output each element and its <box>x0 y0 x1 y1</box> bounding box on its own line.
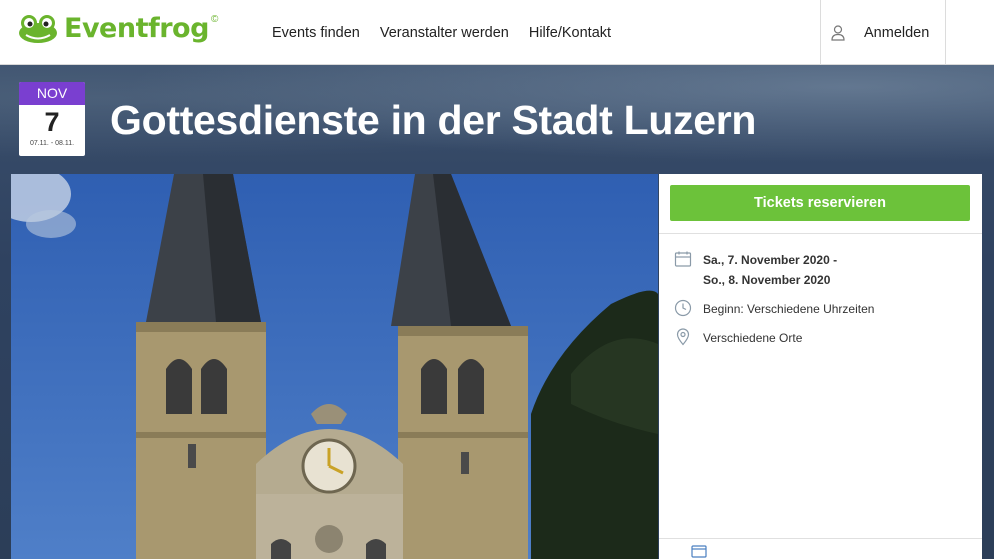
login-button[interactable]: Anmelden <box>820 0 946 65</box>
site-header: Eventfrog © Events finden Veranstalter w… <box>0 0 994 65</box>
login-label: Anmelden <box>864 24 930 41</box>
date-day: 7 <box>44 107 60 137</box>
add-to-calendar-icon[interactable] <box>691 544 707 558</box>
nav-events-finden[interactable]: Events finden <box>272 25 360 41</box>
location-pin-icon <box>676 328 690 346</box>
event-title: Gottesdienste in der Stadt Luzern <box>110 97 757 143</box>
tickets-reservieren-button[interactable]: Tickets reservieren <box>670 185 970 221</box>
event-location-text: Verschiedene Orte <box>703 331 803 345</box>
date-range: 07.11. - 08.11. <box>29 140 75 147</box>
event-info-panel: Tickets reservieren Sa., 7. November 202… <box>659 174 982 559</box>
calendar-icon <box>674 251 692 267</box>
date-month: NOV <box>19 82 85 105</box>
event-photo <box>11 174 658 559</box>
logo-copyright-mark: © <box>210 13 219 25</box>
logo-text: Eventfrog <box>64 13 209 44</box>
event-date-badge: NOV 7 07.11. - 08.11. <box>19 82 85 156</box>
main-nav: Events finden Veranstalter werden Hilfe/… <box>272 0 631 65</box>
user-icon <box>831 24 845 41</box>
event-time-row: Beginn: Verschiedene Uhrzeiten <box>674 299 874 319</box>
eventfrog-logo[interactable]: Eventfrog © <box>18 14 218 44</box>
event-date-start: Sa., 7. November 2020 - <box>703 253 838 267</box>
frog-logo-icon <box>19 15 57 43</box>
event-location-row[interactable]: Verschiedene Orte <box>674 328 802 348</box>
divider <box>659 538 982 539</box>
event-date-end: So., 8. November 2020 <box>703 273 831 287</box>
nav-veranstalter-werden[interactable]: Veranstalter werden <box>380 25 509 41</box>
event-date-text: Sa., 7. November 2020 - So., 8. November… <box>703 250 837 290</box>
event-time-text: Beginn: Verschiedene Uhrzeiten <box>703 302 875 316</box>
divider <box>659 233 982 234</box>
nav-hilfe-kontakt[interactable]: Hilfe/Kontakt <box>529 25 611 41</box>
event-date-row: Sa., 7. November 2020 - So., 8. November… <box>674 250 837 290</box>
clock-icon <box>674 299 692 317</box>
